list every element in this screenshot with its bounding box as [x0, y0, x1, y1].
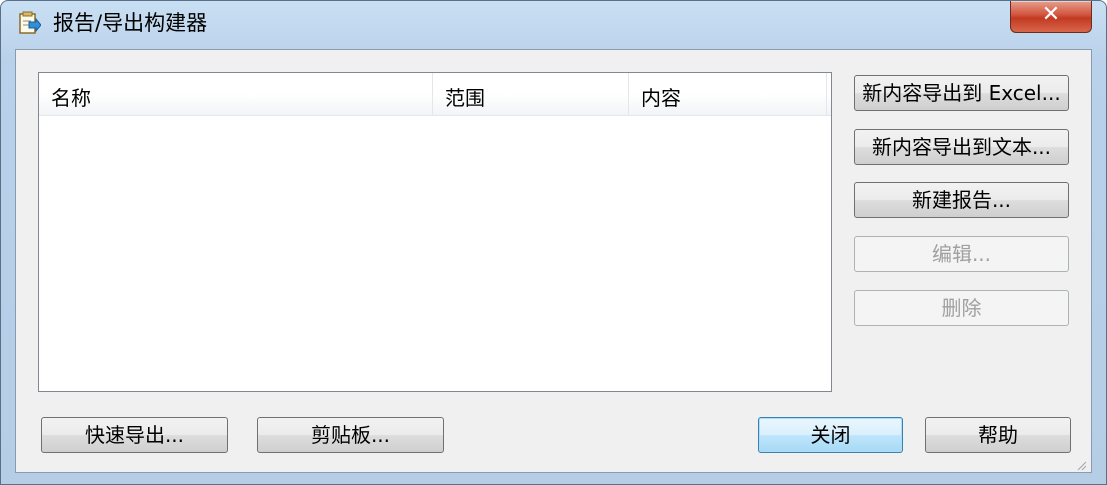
clipboard-button[interactable]: 剪贴板...: [257, 417, 444, 453]
window-title: 报告/导出构建器: [53, 11, 208, 35]
resize-grip-icon[interactable]: [1075, 456, 1087, 471]
export-to-excel-button[interactable]: 新内容导出到 Excel...: [854, 75, 1069, 111]
column-header-scope[interactable]: 范围: [433, 73, 629, 115]
report-export-builder-window: 报告/导出构建器 ✕ 名称 范围 内容 新内容导出到 Excel... 新内容导…: [0, 0, 1107, 485]
report-list[interactable]: 名称 范围 内容: [38, 72, 832, 392]
quick-export-button[interactable]: 快速导出...: [41, 417, 228, 453]
column-header-content[interactable]: 内容: [629, 73, 827, 115]
column-header-name[interactable]: 名称: [39, 73, 433, 115]
title-bar[interactable]: 报告/导出构建器 ✕: [1, 1, 1106, 47]
window-close-button[interactable]: ✕: [1010, 1, 1092, 33]
list-header: 名称 范围 内容: [39, 73, 831, 116]
edit-button[interactable]: 编辑...: [854, 236, 1069, 272]
export-to-text-button[interactable]: 新内容导出到文本...: [854, 129, 1069, 165]
help-button[interactable]: 帮助: [925, 417, 1071, 453]
delete-button[interactable]: 删除: [854, 290, 1069, 326]
close-button[interactable]: 关闭: [758, 417, 903, 453]
dialog-body: 名称 范围 内容 新内容导出到 Excel... 新内容导出到文本... 新建报…: [15, 49, 1092, 473]
close-icon: ✕: [1041, 2, 1061, 27]
report-export-icon: [19, 11, 42, 35]
new-report-button[interactable]: 新建报告...: [854, 182, 1069, 218]
